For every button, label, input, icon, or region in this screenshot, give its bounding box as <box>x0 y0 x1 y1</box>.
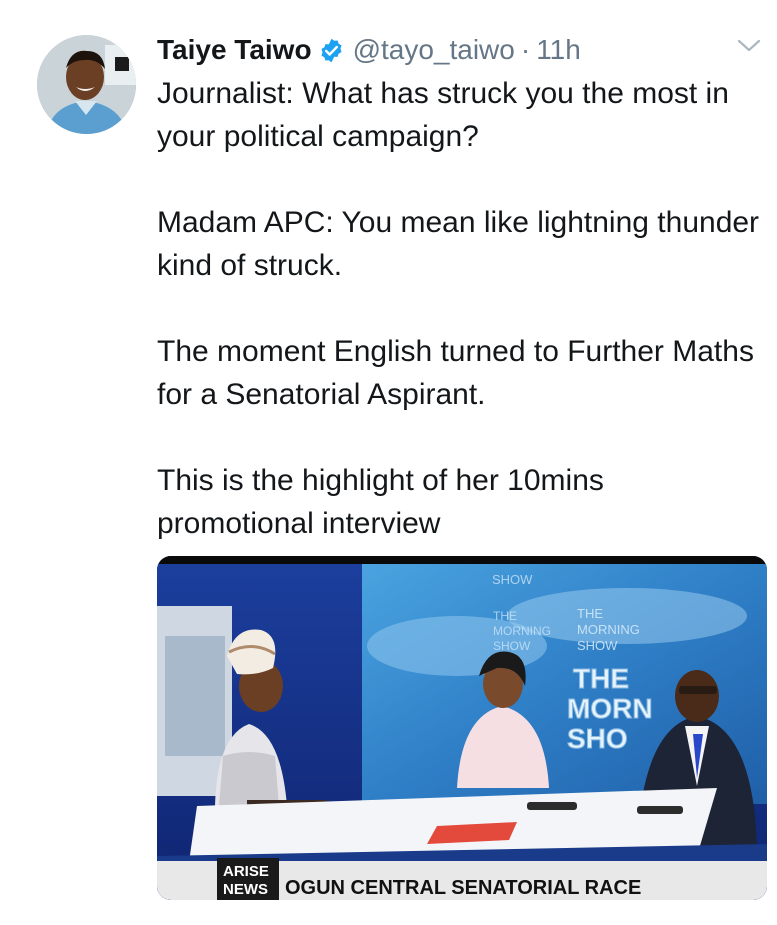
tweet-paragraph: Madam APC: You mean like lightning thund… <box>157 206 760 282</box>
backdrop-text: SHOW <box>577 638 618 653</box>
backdrop-text: SHOW <box>492 572 533 587</box>
tweet-paragraph: This is the highlight of her 10mins prom… <box>157 464 604 540</box>
author-name[interactable]: Taiye Taiwo <box>157 34 312 66</box>
backdrop-text: SHO <box>567 723 628 754</box>
backdrop-text: MORNING <box>577 622 640 637</box>
news-logo-top: ARISE <box>223 863 269 880</box>
avatar[interactable] <box>37 35 136 134</box>
timestamp[interactable]: 11h <box>536 34 581 66</box>
separator-dot: · <box>520 34 531 65</box>
verified-badge-icon <box>318 37 345 64</box>
backdrop-text: SHOW <box>493 639 531 653</box>
tweet-media-image[interactable]: SHOW THE MORNING SHOW THE MORNING SHOW T… <box>157 556 767 900</box>
backdrop-text: MORNING <box>493 624 551 638</box>
backdrop-text: MORN <box>567 693 653 724</box>
news-logo-bottom: NEWS <box>223 881 268 898</box>
backdrop-text: THE <box>577 606 603 621</box>
tweet-header: Taiye Taiwo @tayo_taiwo · 11h <box>157 30 581 70</box>
tweet-paragraph: The moment English turned to Further Mat… <box>157 335 754 411</box>
backdrop-text: THE <box>493 609 517 623</box>
tweet-text: Journalist: What has struck you the most… <box>157 72 767 545</box>
tweet-paragraph: Journalist: What has struck you the most… <box>157 77 729 153</box>
ticker-text: OGUN CENTRAL SENATORIAL RACE <box>285 877 641 899</box>
backdrop-text: THE <box>573 663 629 694</box>
avatar-photo <box>37 35 136 134</box>
tv-studio-photo: SHOW THE MORNING SHOW THE MORNING SHOW T… <box>157 556 767 900</box>
chevron-down-icon[interactable] <box>734 36 764 56</box>
author-handle[interactable]: @tayo_taiwo <box>353 34 515 66</box>
